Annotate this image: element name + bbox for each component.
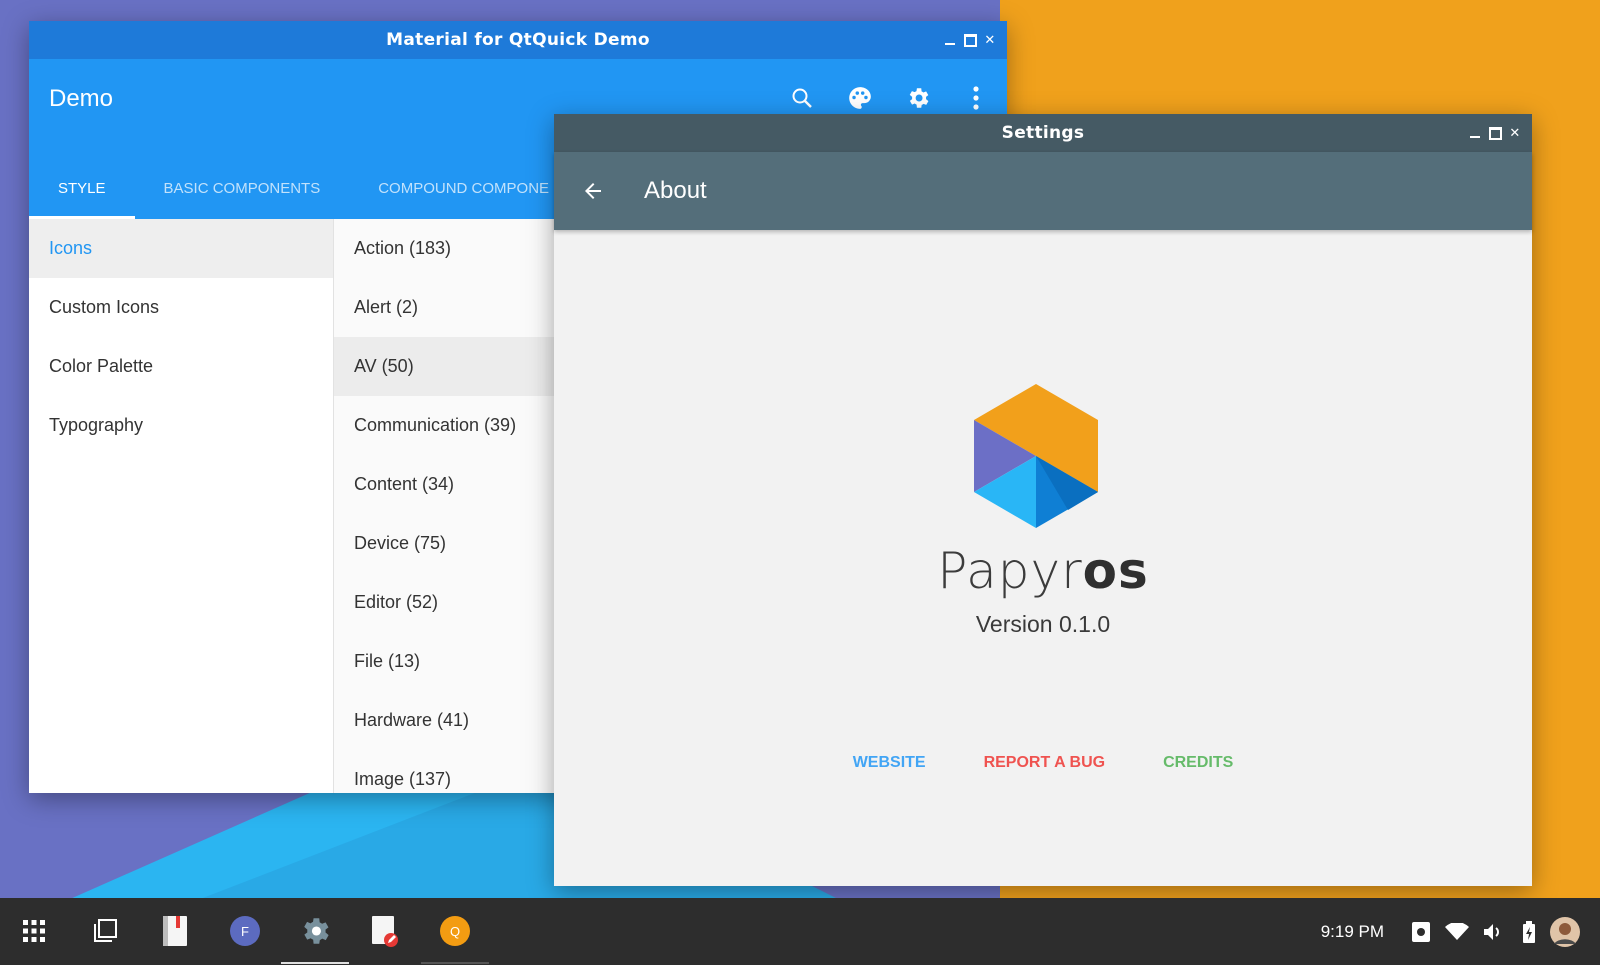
settings-window: Settings About Papyros Version 0.1.0 WEB… <box>554 114 1532 886</box>
demo-titlebar[interactable]: Material for QtQuick Demo <box>29 21 1007 59</box>
tab-bar: STYLE BASIC COMPONENTS COMPOUND COMPONE <box>29 157 578 219</box>
brand-name: Papyros <box>554 542 1532 600</box>
volume-icon[interactable] <box>1476 915 1510 949</box>
system-tray: 9:19 PM <box>1321 898 1600 965</box>
app-q-icon[interactable]: Q <box>421 906 489 964</box>
screenshot-icon[interactable] <box>1404 915 1438 949</box>
app-launcher-icon[interactable] <box>8 906 60 956</box>
back-arrow-icon[interactable] <box>568 166 618 216</box>
sidebar-item-icons[interactable]: Icons <box>29 219 333 278</box>
wifi-icon[interactable] <box>1440 915 1474 949</box>
maximize-button[interactable] <box>1488 126 1502 140</box>
sidebar-item-color-palette[interactable]: Color Palette <box>29 337 333 396</box>
minimize-button[interactable] <box>943 33 957 47</box>
search-icon[interactable] <box>787 79 817 117</box>
palette-icon[interactable] <box>845 79 875 117</box>
window-title: Settings <box>1001 123 1085 143</box>
credits-link[interactable]: CREDITS <box>1163 754 1233 772</box>
report-bug-link[interactable]: REPORT A BUG <box>984 754 1105 772</box>
clock[interactable]: 9:19 PM <box>1321 922 1384 942</box>
settings-icon[interactable] <box>903 79 933 117</box>
minimize-button[interactable] <box>1468 126 1482 140</box>
app-f-icon[interactable]: F <box>219 906 271 956</box>
app-f-label: F <box>230 916 260 946</box>
close-button[interactable] <box>1508 126 1522 140</box>
settings-app-bar: About <box>554 152 1532 230</box>
close-button[interactable] <box>983 33 997 47</box>
page-title: About <box>644 177 707 204</box>
user-avatar[interactable] <box>1548 915 1582 949</box>
brand-light: Papyr <box>937 542 1083 600</box>
window-title: Material for QtQuick Demo <box>386 30 650 50</box>
taskbar: F Q 9:19 PM <box>0 898 1600 965</box>
settings-icon[interactable] <box>281 906 349 964</box>
sidebar: Icons Custom Icons Color Palette Typogra… <box>29 219 334 793</box>
book-reader-icon[interactable] <box>149 906 201 956</box>
window-switcher-icon[interactable] <box>79 906 131 956</box>
tab-style[interactable]: STYLE <box>29 157 135 219</box>
website-link[interactable]: WEBSITE <box>853 754 926 772</box>
more-vert-icon[interactable] <box>961 79 991 117</box>
tab-basic-components[interactable]: BASIC COMPONENTS <box>135 157 350 219</box>
papyros-logo <box>974 384 1098 528</box>
battery-icon[interactable] <box>1512 915 1546 949</box>
app-title: Demo <box>49 85 114 112</box>
settings-titlebar[interactable]: Settings <box>554 114 1532 152</box>
app-q-label: Q <box>440 916 470 946</box>
text-editor-icon[interactable] <box>359 906 411 956</box>
sidebar-item-custom-icons[interactable]: Custom Icons <box>29 278 333 337</box>
sidebar-item-typography[interactable]: Typography <box>29 396 333 455</box>
brand-bold: os <box>1082 542 1149 600</box>
version-label: Version 0.1.0 <box>975 611 1111 637</box>
tab-compound-components[interactable]: COMPOUND COMPONE <box>349 157 578 219</box>
maximize-button[interactable] <box>963 33 977 47</box>
